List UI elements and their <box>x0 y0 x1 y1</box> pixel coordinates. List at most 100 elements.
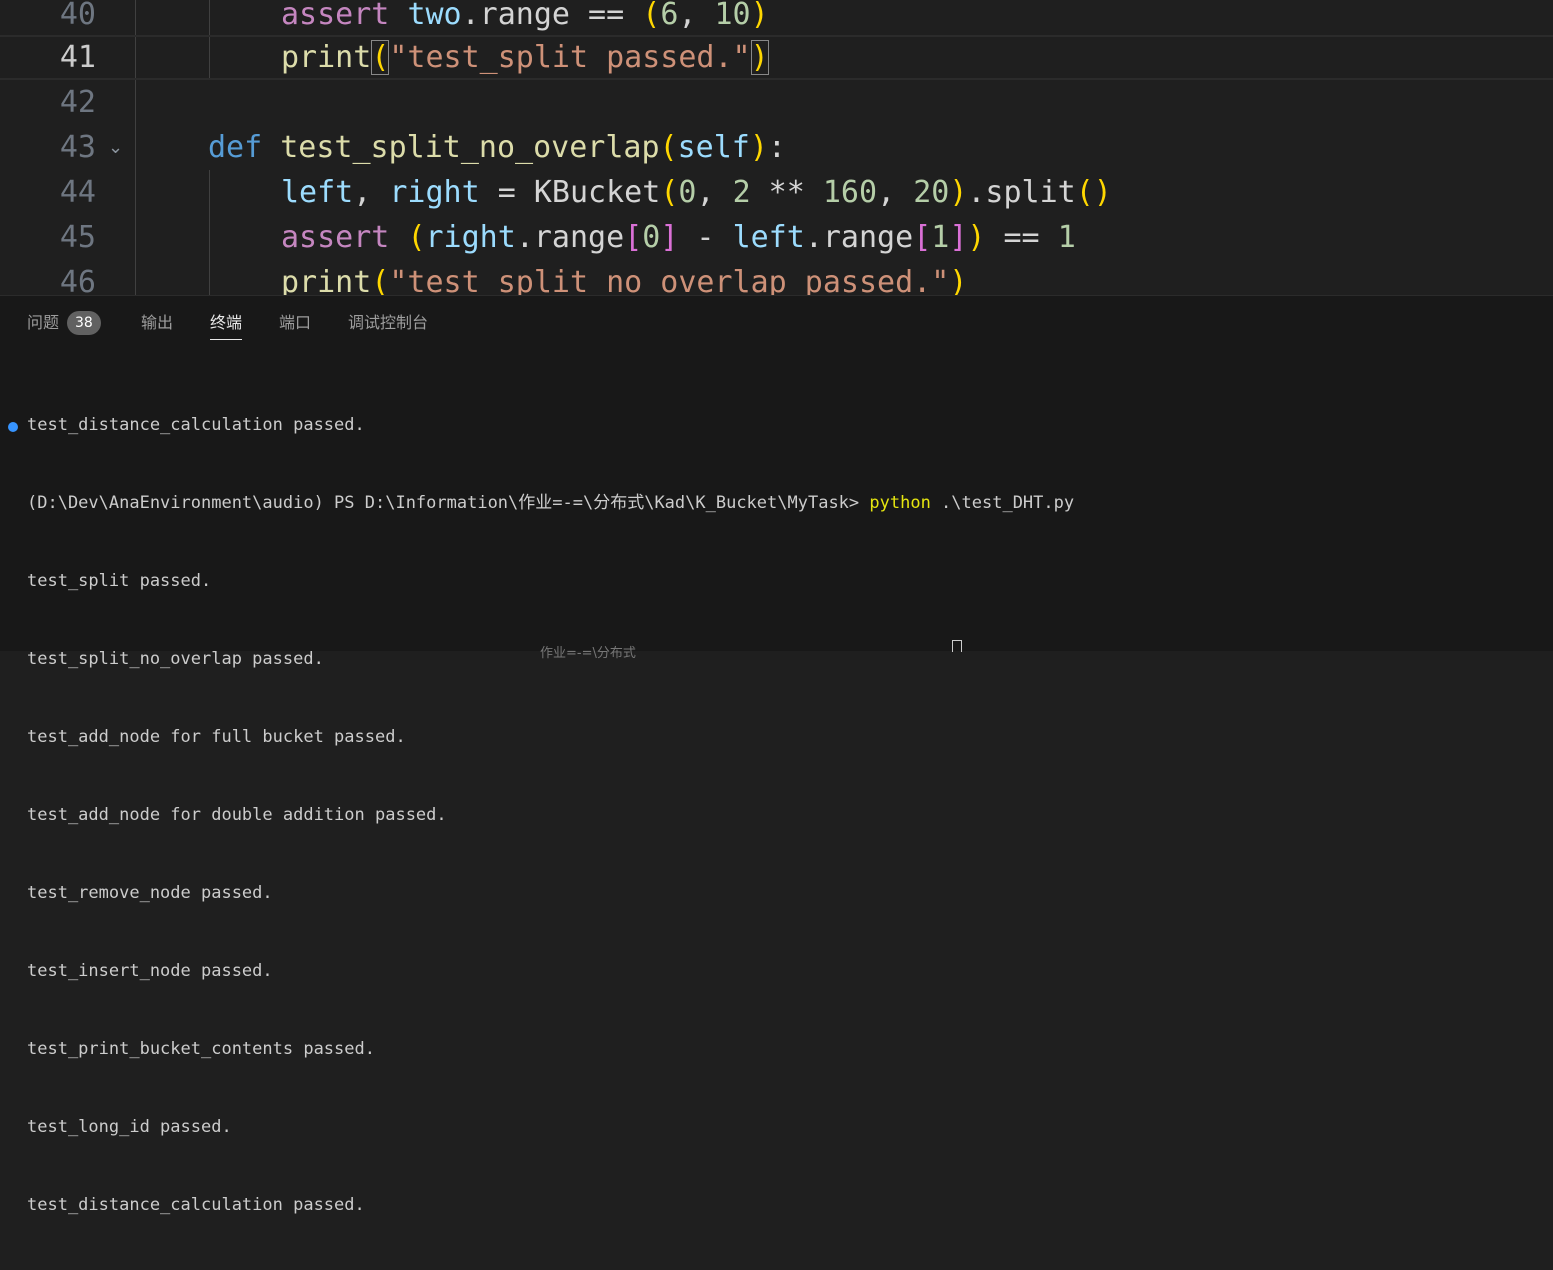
line-number: 42 <box>59 85 96 120</box>
code-token: left <box>732 220 805 255</box>
code-token: : <box>767 130 786 165</box>
code-token: self <box>677 130 750 165</box>
code-token: ( <box>371 40 390 75</box>
code-token: ) <box>750 0 769 32</box>
code-token: print <box>281 265 372 295</box>
code-token: 10 <box>714 0 751 32</box>
code-token: , <box>877 175 914 210</box>
terminal-cursor <box>952 640 962 652</box>
code-token: , <box>678 0 715 32</box>
code-token: ( <box>642 0 661 32</box>
terminal-args: .\test_DHT.py <box>930 493 1075 513</box>
code-line-46[interactable]: 46 print("test_split_no_overlap passed."… <box>0 260 1553 295</box>
tab-ports[interactable]: 端口 <box>279 311 311 339</box>
code-token: () <box>1075 175 1112 210</box>
line-number: 46 <box>59 265 96 295</box>
code-token: 0 <box>642 220 661 255</box>
terminal-output[interactable]: test_distance_calculation passed. (D:\De… <box>27 360 1074 1270</box>
tab-terminal[interactable]: 终端 <box>210 311 243 340</box>
code-token: , <box>696 175 733 210</box>
code-text: left, right = KBucket(0, 2 ** 160, 20).s… <box>281 170 1112 215</box>
code-token: == <box>985 220 1058 255</box>
line-number: 41 <box>59 40 96 75</box>
code-token: ] <box>660 220 679 255</box>
command-decoration-icon[interactable] <box>8 422 18 432</box>
code-token: right <box>389 175 480 210</box>
code-token: 0 <box>678 175 697 210</box>
code-token: assert <box>281 0 390 32</box>
terminal-prompt-line: (D:\Dev\AnaEnvironment\audio) PS D:\Info… <box>27 490 1074 516</box>
terminal-line: test_print_bucket_contents passed. <box>27 1039 375 1059</box>
code-token: ) <box>749 130 768 165</box>
code-token: .range == <box>461 0 643 32</box>
terminal-line: test_distance_calculation passed. <box>27 1195 365 1215</box>
code-token: 1 <box>1057 220 1076 255</box>
code-token: assert <box>281 220 390 255</box>
code-line-45[interactable]: 45 assert (right.range[0] - left.range[1… <box>0 215 1553 260</box>
code-token: ( <box>660 175 679 210</box>
panel-tabs: 问题 38 输出 终端 端口 调试控制台 <box>0 296 1553 348</box>
tab-label: 问题 <box>27 313 60 332</box>
code-line-44[interactable]: 44 left, right = KBucket(0, 2 ** 160, 20… <box>0 170 1553 215</box>
code-token: ) <box>967 220 986 255</box>
code-token: ) <box>949 175 968 210</box>
code-token: "test_split_no_overlap passed." <box>389 265 950 295</box>
tab-output[interactable]: 输出 <box>141 311 173 339</box>
code-token: ] <box>949 220 968 255</box>
terminal-line: test_insert_node passed. <box>27 961 273 981</box>
code-token: ) <box>750 40 769 75</box>
terminal-line: test_long_id passed. <box>27 1117 232 1137</box>
code-token: 20 <box>913 175 950 210</box>
code-token: - <box>678 220 733 255</box>
line-number: 40 <box>59 0 96 32</box>
code-token: two <box>407 0 462 32</box>
code-text: print("test_split passed.") <box>281 35 769 80</box>
code-token: [ <box>624 220 643 255</box>
code-token: = KBucket <box>479 175 661 210</box>
bottom-panel: 问题 38 输出 终端 端口 调试控制台 test_distance_calcul… <box>0 295 1553 1215</box>
code-token: ) <box>949 265 968 295</box>
code-token: .range <box>804 220 914 255</box>
code-token: ( <box>659 130 678 165</box>
code-token: [ <box>913 220 932 255</box>
terminal-line: test_add_node for double addition passed… <box>27 805 447 825</box>
code-line-43[interactable]: 43 ⌄ def test_split_no_overlap(self): <box>0 125 1553 170</box>
code-line-41-current[interactable]: 41 print("test_split passed.") <box>0 35 1553 80</box>
tab-label: 端口 <box>279 313 312 332</box>
code-token: ** <box>750 175 823 210</box>
code-editor[interactable]: 40 assert two.range == (6, 10) 41 print(… <box>0 0 1553 295</box>
terminal-command: python <box>869 493 931 513</box>
terminal-cutoff-text: 作业=-=\分布式 <box>540 646 636 661</box>
code-text: assert two.range == (6, 10) <box>281 0 769 37</box>
terminal-line: test_split passed. <box>27 571 212 591</box>
code-token: , <box>353 175 390 210</box>
code-token: test_split_no_overlap <box>280 130 660 165</box>
tab-label: 输出 <box>141 313 174 332</box>
code-text: assert (right.range[0] - left.range[1]) … <box>281 215 1076 260</box>
terminal-line: test_distance_calculation passed. <box>27 415 365 435</box>
fold-chevron-icon[interactable]: ⌄ <box>108 125 123 170</box>
code-line-40[interactable]: 40 assert two.range == (6, 10) <box>0 0 1553 37</box>
code-token: def <box>208 130 263 165</box>
code-text: print("test_split_no_overlap passed.") <box>281 260 967 295</box>
tab-problems[interactable]: 问题 38 <box>27 311 101 339</box>
line-number: 45 <box>59 220 96 255</box>
tab-debug-console[interactable]: 调试控制台 <box>348 311 428 339</box>
code-text: def test_split_no_overlap(self): <box>208 125 786 170</box>
code-line-42[interactable]: 42 <box>0 80 1553 125</box>
terminal-prompt: (D:\Dev\AnaEnvironment\audio) PS D:\Info… <box>27 493 870 513</box>
code-token: 6 <box>660 0 679 32</box>
tab-label: 终端 <box>210 313 243 332</box>
terminal-line: test_remove_node passed. <box>27 883 273 903</box>
tab-label: 调试控制台 <box>348 313 429 332</box>
code-token: right <box>425 220 516 255</box>
code-token: .range <box>515 220 625 255</box>
code-token: 2 <box>732 175 751 210</box>
code-token: 160 <box>822 175 878 210</box>
terminal-line: test_add_node for full bucket passed. <box>27 727 406 747</box>
line-number: 43 <box>59 130 96 165</box>
code-token: print <box>281 40 372 75</box>
